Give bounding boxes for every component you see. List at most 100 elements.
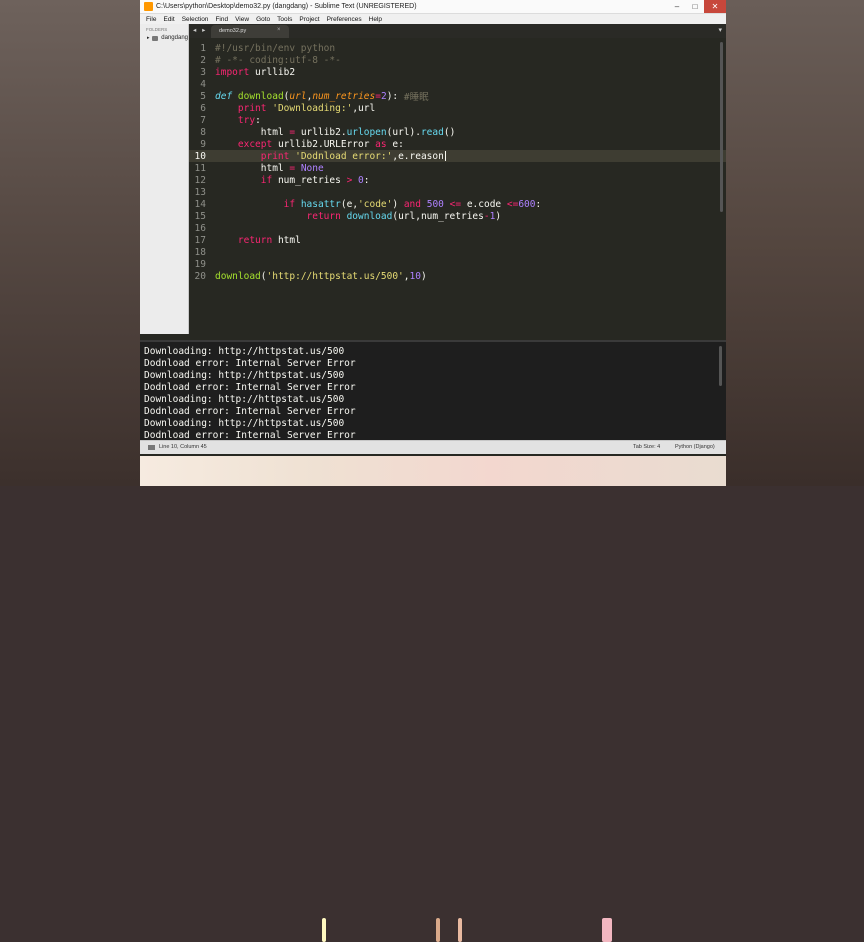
code-line[interactable]: 1 #!/usr/bin/env python — [189, 42, 335, 54]
code-token: num_retries — [272, 174, 347, 186]
code-token: (url,num_retries — [392, 210, 484, 222]
sublime-app-icon — [144, 2, 153, 11]
close-button[interactable]: ✕ — [704, 0, 726, 13]
menu-view[interactable]: View — [235, 16, 249, 23]
code-token: read — [420, 126, 444, 138]
console-output-line: Dodnload error: Internal Server Error — [144, 406, 356, 417]
tab-size-selector[interactable]: Tab Size: 4 — [633, 444, 660, 450]
code-line[interactable]: 19 — [189, 258, 215, 270]
code-token: : — [363, 174, 370, 186]
code-line[interactable]: 16 — [189, 222, 215, 234]
line-number: 18 — [194, 246, 206, 258]
tab-nav-arrows[interactable]: ◂ ▸ — [193, 26, 207, 34]
code-token: return — [237, 234, 273, 246]
code-token: e.code — [461, 198, 507, 210]
code-line[interactable]: 12 if num_retries > 0: — [189, 174, 370, 186]
code-line[interactable]: 13 — [189, 186, 215, 198]
code-line[interactable]: 17 return html — [189, 234, 301, 246]
line-number: 16 — [194, 222, 206, 234]
code-line[interactable]: 15 return download (url,num_retries -1) — [189, 210, 502, 222]
code-line[interactable]: 6 print 'Downloading:' ,url — [189, 102, 375, 114]
code-line[interactable]: 7 try: — [189, 114, 261, 126]
sidebar: FOLDERS ▸ dangdang — [140, 24, 189, 358]
code-token: if — [283, 198, 296, 210]
code-token: as — [375, 138, 387, 150]
expand-arrow-icon[interactable]: ▸ — [147, 35, 150, 41]
line-number: 7 — [200, 114, 206, 126]
code-line[interactable]: 2 # -*- coding:utf-8 -*- — [189, 54, 341, 66]
code-token: 600 — [518, 198, 536, 210]
menu-file[interactable]: File — [146, 16, 156, 23]
code-token: 'Downloading:' — [272, 102, 353, 114]
code-token: print — [237, 102, 267, 114]
tab-close-icon[interactable]: × — [277, 27, 281, 33]
code-line[interactable]: 5 def download(url, num_retries = 2): #睡眠 — [189, 90, 428, 104]
code-token: (url). — [386, 126, 421, 138]
line-number: 8 — [200, 126, 206, 138]
panel-toggle-icon[interactable] — [148, 444, 155, 450]
minimize-button[interactable]: – — [668, 0, 686, 13]
menu-preferences[interactable]: Preferences — [327, 16, 362, 23]
code-token: () — [443, 126, 456, 138]
code-line[interactable]: 20 download('http://httpstat.us/500', 10) — [189, 270, 427, 282]
menu-goto[interactable]: Goto — [256, 16, 270, 23]
code-token: 'Dodnload error:' — [295, 150, 393, 162]
console-output-line: Dodnload error: Internal Server Error — [144, 382, 356, 393]
code-editor[interactable]: 1 #!/usr/bin/env python 2 # -*- coding:utf-… — [189, 38, 726, 334]
line-number: 15 — [194, 210, 206, 222]
line-number: 17 — [194, 234, 206, 246]
line-number: 4 — [200, 78, 206, 90]
code-line[interactable]: 11 html = None — [189, 162, 324, 174]
cursor-position: Line 10, Column 45 — [159, 444, 207, 450]
tab-bar: ◂ ▸ demo32.py × ▾ — [189, 24, 726, 38]
menu-find[interactable]: Find — [215, 16, 228, 23]
folder-icon — [151, 35, 159, 41]
code-token: <= — [506, 198, 519, 210]
syntax-selector[interactable]: Python (Django) — [675, 444, 715, 450]
code-line[interactable]: 8 html = urllib2. urlopen (url). read() — [189, 126, 455, 138]
code-line[interactable]: 18 — [189, 246, 215, 258]
code-line[interactable]: 4 — [189, 78, 215, 90]
menu-edit[interactable]: Edit — [163, 16, 174, 23]
status-left: Line 10, Column 45 — [148, 444, 207, 450]
menu-tools[interactable]: Tools — [277, 16, 292, 23]
line-number: 19 — [194, 258, 206, 270]
code-line[interactable]: 9 except urllib2.URLError as e: — [189, 138, 404, 150]
code-token: ,url — [352, 102, 376, 114]
code-token: and — [403, 198, 421, 210]
desktop-background-right — [726, 0, 864, 486]
menu-help[interactable]: Help — [369, 16, 382, 23]
line-number: 5 — [200, 90, 206, 102]
code-token: except — [237, 138, 273, 150]
code-token: download — [215, 270, 261, 282]
code-token: <= — [449, 198, 462, 210]
code-token: : — [255, 114, 261, 126]
menu-project[interactable]: Project — [299, 16, 319, 23]
console-output-line: Downloading: http://httpstat.us/500 — [144, 370, 345, 381]
sublime-text-window: C:\Users\python\Desktop\demo32.py (dangd… — [140, 0, 726, 456]
menu-selection[interactable]: Selection — [182, 16, 209, 23]
code-line[interactable]: 10 print 'Dodnload error:' ,e.reason — [189, 150, 726, 162]
line-number: 13 — [194, 186, 206, 198]
window-title: C:\Users\python\Desktop\demo32.py (dangd… — [156, 3, 417, 10]
code-line[interactable]: 3 import urllib2 — [189, 66, 295, 78]
code-token: try — [237, 114, 256, 126]
decoration-stick — [436, 918, 440, 942]
code-token: def — [215, 90, 233, 102]
editor-scrollbar[interactable] — [720, 42, 723, 212]
line-number: 6 — [200, 102, 206, 114]
sidebar-folder-dangdang[interactable]: ▸ dangdang — [147, 35, 188, 41]
tab-demo32[interactable]: demo32.py × — [211, 25, 289, 38]
maximize-button[interactable]: □ — [686, 0, 704, 13]
console-scrollbar[interactable] — [719, 346, 722, 386]
text-cursor — [444, 151, 446, 161]
tab-dropdown-icon[interactable]: ▾ — [718, 26, 722, 34]
code-token: 'code' — [358, 198, 393, 210]
code-token: None — [300, 162, 324, 174]
code-line[interactable]: 14 if hasattr (e,'code') and 500 <= e.cod… — [189, 198, 542, 210]
